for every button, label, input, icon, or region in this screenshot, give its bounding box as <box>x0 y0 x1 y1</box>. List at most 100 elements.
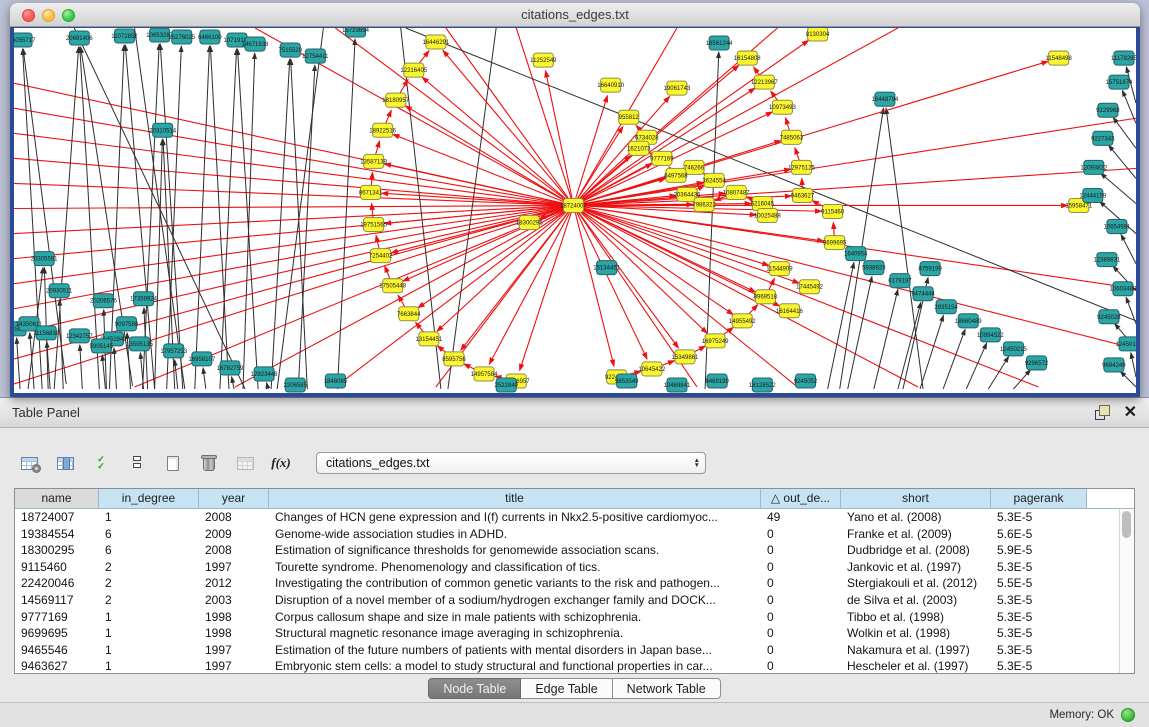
graph-node[interactable]: 9777169 <box>650 151 674 165</box>
column-visibility-button[interactable] <box>50 448 80 478</box>
graph-node[interactable]: 7986322 <box>692 197 716 211</box>
table-row[interactable]: 1830029562008Estimation of significance … <box>15 542 1119 559</box>
column-header-year[interactable]: year <box>199 489 269 508</box>
table-row[interactable]: 969969511998Structural magnetic resonanc… <box>15 625 1119 642</box>
network-canvas[interactable]: 18724007 16446291 12216405 18180957 18922516… <box>14 28 1136 393</box>
graph-node[interactable]: 9097588 <box>115 317 139 331</box>
graph-node[interactable]: 13154451 <box>415 332 442 346</box>
graph-node[interactable]: 7515520 <box>279 43 303 57</box>
graph-node[interactable]: 9129968 <box>1096 103 1120 117</box>
graph-node[interactable]: 16448794 <box>871 92 898 106</box>
table-row[interactable]: 1456911722003Disruption of a novel membe… <box>15 592 1119 609</box>
graph-node[interactable]: 10645422 <box>638 362 665 376</box>
column-header-short[interactable]: short <box>841 489 991 508</box>
table-row[interactable]: 1938455462009Genome-wide association stu… <box>15 526 1119 543</box>
graph-node[interactable]: 15349861 <box>672 350 699 364</box>
graph-node[interactable]: 14055717 <box>14 33 36 47</box>
graph-node[interactable]: 17957253 <box>160 344 187 358</box>
graph-node[interactable]: 18724007 <box>560 198 587 212</box>
graph-node[interactable]: 20930511 <box>46 284 73 298</box>
graph-node[interactable]: 16164416 <box>776 304 803 318</box>
graph-node[interactable]: 14957584 <box>471 367 498 381</box>
close-window-icon[interactable] <box>22 9 35 22</box>
graph-node[interactable]: 16958107 <box>188 352 215 366</box>
graph-node[interactable]: 20310514 <box>149 123 176 137</box>
graph-node[interactable]: 8130304 <box>806 28 830 41</box>
graph-node[interactable]: 16640910 <box>597 78 624 92</box>
delete-column-button[interactable] <box>194 448 224 478</box>
graph-node[interactable]: 20206576 <box>90 294 117 308</box>
graph-node[interactable]: 18128522 <box>749 378 776 392</box>
graph-node[interactable]: 16975249 <box>702 334 729 348</box>
graph-node[interactable]: 9853549 <box>615 374 639 388</box>
minimize-window-icon[interactable] <box>42 9 55 22</box>
graph-node[interactable]: 12450121 <box>1116 337 1136 351</box>
graph-node[interactable]: 10807487 <box>723 185 750 199</box>
graph-node[interactable]: 2522849 <box>494 378 518 392</box>
graph-node[interactable]: 16561244 <box>706 36 733 50</box>
graph-node[interactable]: 10603488 <box>1110 282 1136 296</box>
table-row[interactable]: 1872400712008Changes of HCN gene express… <box>15 509 1119 526</box>
graph-node[interactable]: 9463627 <box>791 188 815 202</box>
graph-node[interactable]: 955812 <box>619 110 640 124</box>
graph-node[interactable]: 10973493 <box>769 100 796 114</box>
graph-node[interactable]: 3624554 <box>702 173 726 187</box>
graph-node[interactable]: 12923448 <box>251 367 278 381</box>
graph-node[interactable]: 12975125 <box>788 160 815 174</box>
graph-node[interactable]: 13587139 <box>360 154 387 168</box>
graph-node[interactable]: 18180957 <box>382 93 409 107</box>
column-header-title[interactable]: title <box>269 489 761 508</box>
graph-node[interactable]: 8595756 <box>442 352 466 366</box>
graph-node[interactable]: 1621073 <box>627 141 651 155</box>
table-vertical-scrollbar[interactable] <box>1119 509 1134 673</box>
row-height-button[interactable] <box>122 448 152 478</box>
table-row[interactable]: 946554611997Estimation of the future num… <box>15 642 1119 659</box>
graph-node[interactable]: 9699695 <box>823 236 847 250</box>
table-mode-button[interactable] <box>14 448 44 478</box>
graph-node[interactable]: 18922516 <box>369 123 396 137</box>
graph-node[interactable]: 11544909 <box>766 262 793 276</box>
graph-node[interactable]: 12216405 <box>400 63 427 77</box>
tab-node-table[interactable]: Node Table <box>428 678 521 699</box>
network-window-titlebar[interactable]: citations_edges.txt <box>10 3 1140 27</box>
create-column-button[interactable] <box>158 448 188 478</box>
graph-node[interactable]: 16782759 <box>217 361 244 375</box>
graph-node[interactable]: 11156838 <box>33 326 60 340</box>
graph-node[interactable]: 16154808 <box>734 51 761 65</box>
graph-node[interactable]: 5905145 <box>90 339 114 353</box>
graph-node[interactable]: 10994522 <box>977 328 1004 342</box>
float-window-icon[interactable] <box>1095 405 1110 420</box>
graph-node[interactable]: 9296572 <box>1025 356 1049 370</box>
scrollbar-thumb[interactable] <box>1122 511 1131 538</box>
graph-node[interactable]: 12389831 <box>1093 253 1120 267</box>
table-row[interactable]: 911546021997Tourette syndrome. Phenomeno… <box>15 559 1119 576</box>
graph-node[interactable]: 12754411 <box>302 49 329 63</box>
graph-node[interactable]: 10025488 <box>754 208 781 222</box>
graph-node[interactable]: 2206585 <box>284 378 308 392</box>
graph-node[interactable]: 2935154 <box>934 300 958 314</box>
graph-node[interactable]: 746266 <box>684 160 705 174</box>
graph-node[interactable]: 11178265 <box>1111 51 1136 65</box>
column-header-out-de-[interactable]: △ out_de... <box>761 489 841 508</box>
graph-node[interactable]: 12342757 <box>66 329 93 343</box>
graph-node[interactable]: 9694249 <box>1102 358 1126 372</box>
graph-node[interactable]: 9245052 <box>794 374 818 388</box>
graph-node[interactable]: 8671341 <box>359 185 383 199</box>
table-select-dropdown[interactable]: citations_edges.txt ▲▼ <box>316 452 706 474</box>
zoom-window-icon[interactable] <box>62 9 75 22</box>
graph-node[interactable]: 15276025 <box>168 30 195 44</box>
graph-node[interactable]: 11072852 <box>111 29 138 43</box>
tab-network-table[interactable]: Network Table <box>613 678 721 699</box>
graph-node[interactable]: 7254402 <box>369 249 393 263</box>
close-panel-icon[interactable]: ✕ <box>1124 405 1137 420</box>
graph-node[interactable]: 19751565 <box>360 218 387 232</box>
graph-node[interactable]: 7485063 <box>780 130 804 144</box>
table-row[interactable]: 2242004622012Investigating the contribut… <box>15 575 1119 592</box>
graph-node[interactable]: 16446291 <box>422 35 449 49</box>
graph-node[interactable]: 14955492 <box>729 314 756 328</box>
graph-node[interactable]: 18660489 <box>955 314 982 328</box>
function-builder-button[interactable]: f(x) <box>266 448 296 478</box>
graph-node[interactable]: 10654981 <box>1104 220 1131 234</box>
graph-node[interactable]: 18300295 <box>516 216 543 230</box>
graph-node[interactable]: 12444159 <box>1079 188 1106 202</box>
